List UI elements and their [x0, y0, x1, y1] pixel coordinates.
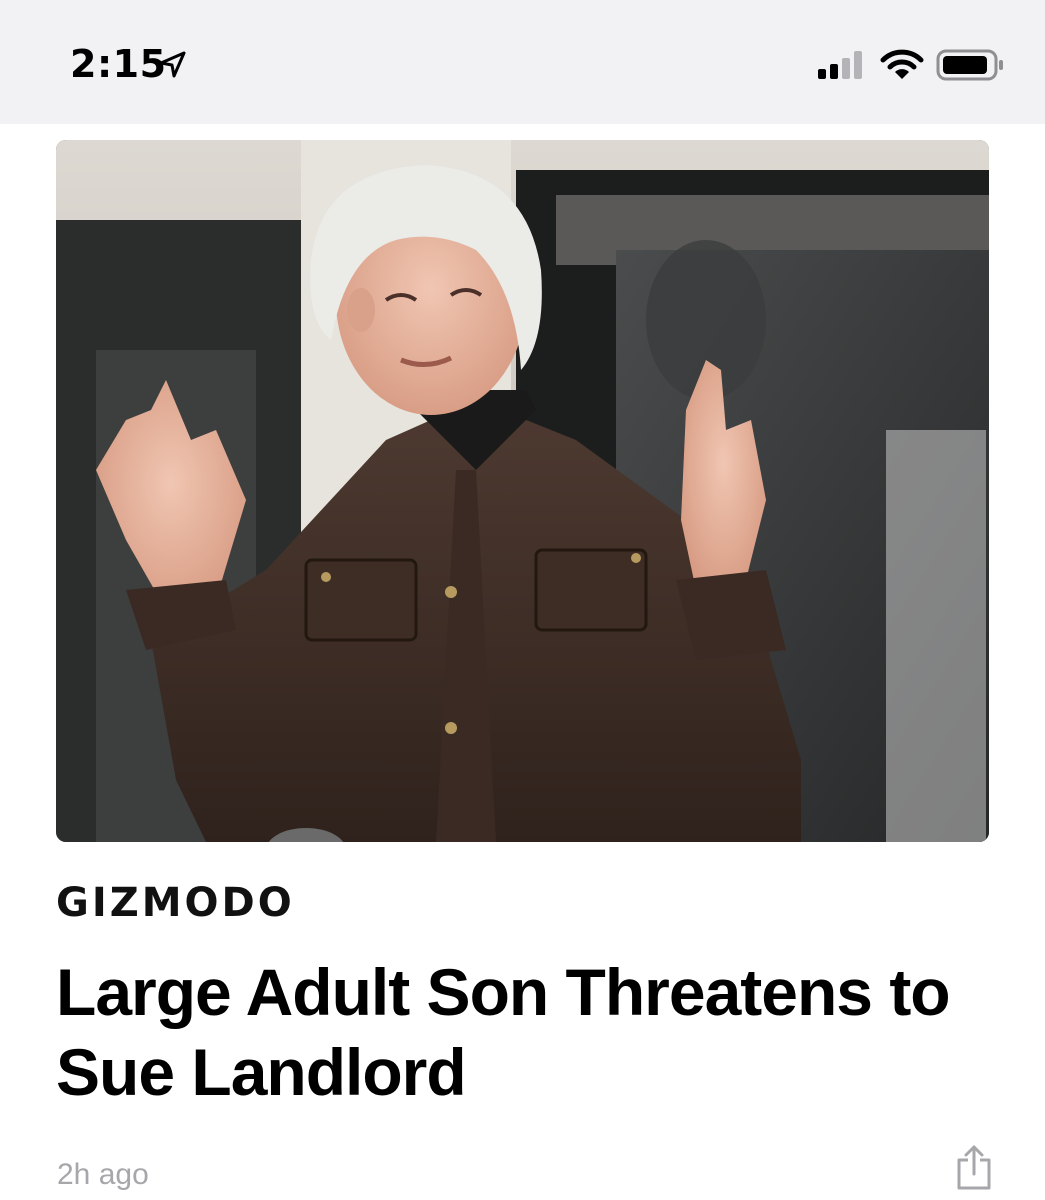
location-arrow-icon	[158, 50, 188, 85]
wifi-icon	[880, 48, 924, 87]
news-article-card[interactable]: GIZMODO Large Adult Son Threatens to Sue…	[0, 124, 1045, 1200]
cellular-signal-icon	[818, 50, 868, 85]
share-icon	[956, 1145, 992, 1194]
share-button[interactable]	[956, 1144, 992, 1190]
article-headline[interactable]: Large Adult Son Threatens to Sue Landlor…	[56, 952, 986, 1112]
battery-icon	[936, 48, 1006, 87]
status-bar: 2:15	[0, 0, 1045, 124]
publisher-name[interactable]: GIZMODO	[56, 880, 295, 926]
status-time: 2:15	[70, 42, 167, 86]
article-timestamp: 2h ago	[57, 1158, 149, 1191]
article-hero-image[interactable]	[56, 140, 989, 842]
